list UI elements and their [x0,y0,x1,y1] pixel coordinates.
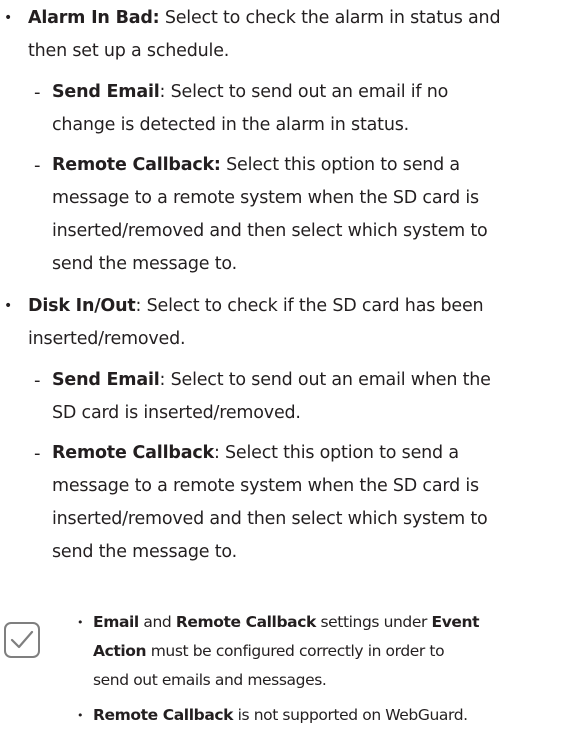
sub-send-email: Send Email: Select to send out an email … [52,370,491,390]
bullet: • [4,10,13,26]
item-term: Alarm In Bad: [28,8,160,28]
sub-text: send the message to. [52,254,237,274]
dash: - [34,155,41,176]
note-bullet: • [77,616,84,629]
note-1-line3: send out emails and messages. [93,671,327,689]
sub-remote-callback: Remote Callback: Select this option to s… [52,155,460,175]
sub-send-email: Send Email: Select to send out an email … [52,82,449,102]
sub-text: inserted/removed and then select which s… [52,221,488,241]
manual-page: • Alarm In Bad: Select to check the alar… [0,0,561,750]
item-disk-in-out: Disk In/Out: Select to check if the SD c… [28,296,484,316]
sub-text: message to a remote system when the SD c… [52,476,479,496]
dash: - [34,443,41,464]
sub-text: send the message to. [52,542,237,562]
item-alarm-in-bad: Alarm In Bad: Select to check the alarm … [28,8,501,28]
checkmark-icon [4,622,40,658]
item-text: then set up a schedule. [28,41,230,61]
bullet: • [4,298,13,314]
note-1: Email and Remote Callback settings under… [93,613,480,631]
note-bullet: • [77,709,84,722]
note-1-line2: Action must be configured correctly in o… [93,642,445,660]
item-term: Disk In/Out [28,296,136,316]
dash: - [34,370,41,391]
sub-text: change is detected in the alarm in statu… [52,115,409,135]
sub-remote-callback: Remote Callback: Select this option to s… [52,443,459,463]
sub-text: inserted/removed and then select which s… [52,509,488,529]
dash: - [34,82,41,103]
sub-text: message to a remote system when the SD c… [52,188,479,208]
note-2: Remote Callback is not supported on WebG… [93,706,468,724]
item-text: inserted/removed. [28,329,186,349]
sub-text: SD card is inserted/removed. [52,403,301,423]
